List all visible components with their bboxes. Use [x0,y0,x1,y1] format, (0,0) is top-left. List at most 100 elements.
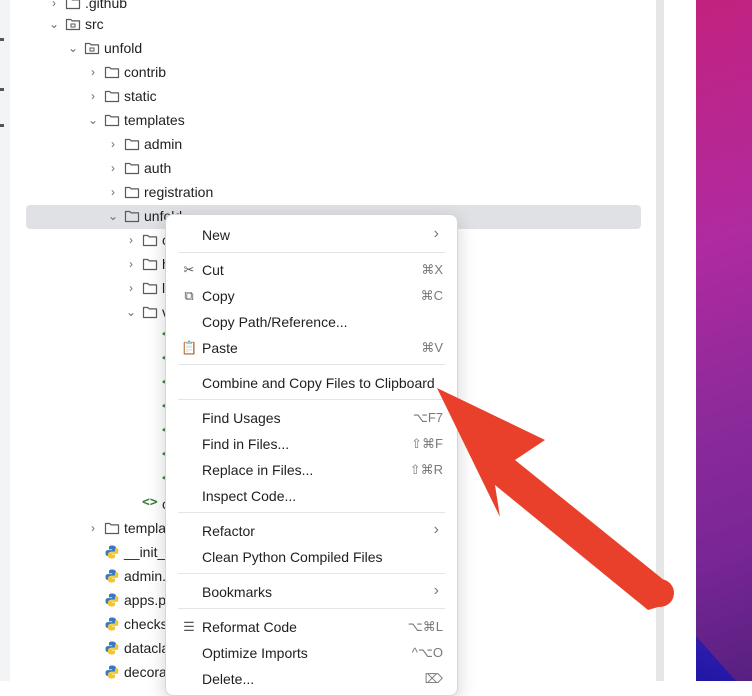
chevron-right-icon[interactable]: › [86,89,100,103]
wallpaper-shape [696,636,736,681]
folder-icon [104,64,120,80]
tree-row-label: registration [144,184,214,200]
chevron-right-icon[interactable]: › [124,233,138,247]
folder-icon [65,16,81,32]
folder-icon [104,88,120,104]
tree-row-auth[interactable]: › auth [10,157,650,181]
chevron-right-icon[interactable]: › [86,65,100,79]
tree-row-templates[interactable]: ⌄ templates [10,109,650,133]
tree-row-registration[interactable]: › registration [10,181,650,205]
chevron-right-icon[interactable]: › [106,161,120,175]
tree-row-label: admin [144,136,183,152]
menu-item-cut[interactable]: ✂ Cut ⌘X [166,257,457,283]
reformat-icon: ☰ [183,619,195,634]
tree-row-label: datacla [124,640,170,656]
python-file-icon [104,616,120,632]
menu-separator [178,608,445,609]
folder-icon [124,136,140,152]
tree-row-src[interactable]: ⌄ src [10,13,650,37]
menu-item-find-usages[interactable]: Find Usages ⌥F7 [166,405,457,431]
chevron-right-icon[interactable]: › [124,281,138,295]
chevron-right-icon[interactable]: › [106,185,120,199]
menu-item-delete[interactable]: Delete... ⌦ [166,666,457,692]
menu-item-inspect-code[interactable]: Inspect Code... [166,483,457,509]
tree-row-label: src [85,16,104,32]
menu-item-label: Clean Python Compiled Files [202,549,383,565]
menu-item-label: Copy [202,288,235,304]
context-menu: New › ✂ Cut ⌘X ⧉ Copy ⌘C Copy Path/Reference... 📋… [165,214,458,696]
tree-row-label: templates [124,112,185,128]
chevron-right-icon[interactable]: › [47,0,61,10]
tree-row-unfold[interactable]: ⌄ unfold [10,37,650,61]
menu-item-label: Copy Path/Reference... [202,314,348,330]
menu-shortcut: ⇧⌘R [409,462,443,477]
menu-item-optimize-imports[interactable]: Optimize Imports ^⌥O [166,640,457,666]
chevron-right-icon[interactable]: › [124,257,138,271]
menu-item-refactor[interactable]: Refactor › [166,518,457,544]
tree-row-label: decora [124,664,167,680]
menu-separator [178,399,445,400]
tree-row-label: static [124,88,157,104]
chevron-down-icon[interactable]: ⌄ [47,17,61,31]
menu-shortcut: ⌥F7 [412,410,443,425]
html-file-icon: <> [142,495,158,510]
strip-marker [0,124,4,127]
folder-icon [104,112,120,128]
tree-row-static[interactable]: › static [10,85,650,109]
menu-item-copy[interactable]: ⧉ Copy ⌘C [166,283,457,309]
menu-item-label: Optimize Imports [202,645,308,661]
menu-shortcut: ⌥⌘L [407,619,443,634]
menu-item-find-in-files[interactable]: Find in Files... ⇧⌘F [166,431,457,457]
chevron-right-icon[interactable]: › [86,521,100,535]
menu-separator [178,252,445,253]
menu-item-replace-in-files[interactable]: Replace in Files... ⇧⌘R [166,457,457,483]
python-file-icon [104,568,120,584]
menu-shortcut: ⌘V [421,340,443,355]
menu-item-bookmarks[interactable]: Bookmarks › [166,579,457,605]
desktop-wallpaper [696,0,752,681]
menu-item-label: Paste [202,340,238,356]
menu-item-label: Replace in Files... [202,462,314,478]
submenu-chevron-icon: › [433,582,439,599]
menu-shortcut: ⌘X [421,262,443,277]
tree-row-label: .github [85,0,128,11]
clipboard-icon: 📋 [181,340,198,355]
tree-row-label: checks [124,616,168,632]
tree-scrollbar[interactable] [656,0,664,681]
submenu-chevron-icon: › [433,521,439,538]
tree-row-contrib[interactable]: › contrib [10,61,650,85]
folder-icon [124,184,140,200]
tree-row-label: admin. [124,568,167,584]
menu-separator [178,364,445,365]
menu-item-combine-and-copy-files-to-clipboard[interactable]: Combine and Copy Files to Clipboard [166,370,457,396]
menu-item-paste[interactable]: 📋 Paste ⌘V [166,335,457,361]
python-file-icon [104,664,120,680]
tree-row-admin[interactable]: › admin [10,133,650,157]
menu-item-label: Combine and Copy Files to Clipboard [202,375,435,391]
menu-item-reformat-code[interactable]: ☰ Reformat Code ⌥⌘L [166,614,457,640]
folder-icon [142,256,158,272]
folder-icon [65,0,81,11]
folder-icon [124,208,140,224]
menu-item-label: Find in Files... [202,436,290,452]
menu-item-label: New [202,227,231,243]
chevron-down-icon[interactable]: ⌄ [106,209,120,223]
menu-item-label: Refactor [202,523,255,539]
menu-item-new[interactable]: New › [166,222,457,248]
menu-item-copy-path-reference[interactable]: Copy Path/Reference... [166,309,457,335]
submenu-chevron-icon: › [433,225,439,242]
tree-row-label: templa [124,520,167,536]
menu-item-label: Inspect Code... [202,488,297,504]
menu-item-clean-python-compiled-files[interactable]: Clean Python Compiled Files [166,544,457,570]
copy-icon: ⧉ [184,288,194,303]
chevron-down-icon[interactable]: ⌄ [66,41,80,55]
folder-icon [104,520,120,536]
chevron-right-icon[interactable]: › [106,137,120,151]
chevron-down-icon[interactable]: ⌄ [86,113,100,127]
folder-icon [142,280,158,296]
strip-marker [0,88,4,91]
menu-item-label: Bookmarks [202,584,273,600]
chevron-down-icon[interactable]: ⌄ [124,305,138,319]
python-file-icon [104,544,120,560]
folder-icon [84,40,100,56]
